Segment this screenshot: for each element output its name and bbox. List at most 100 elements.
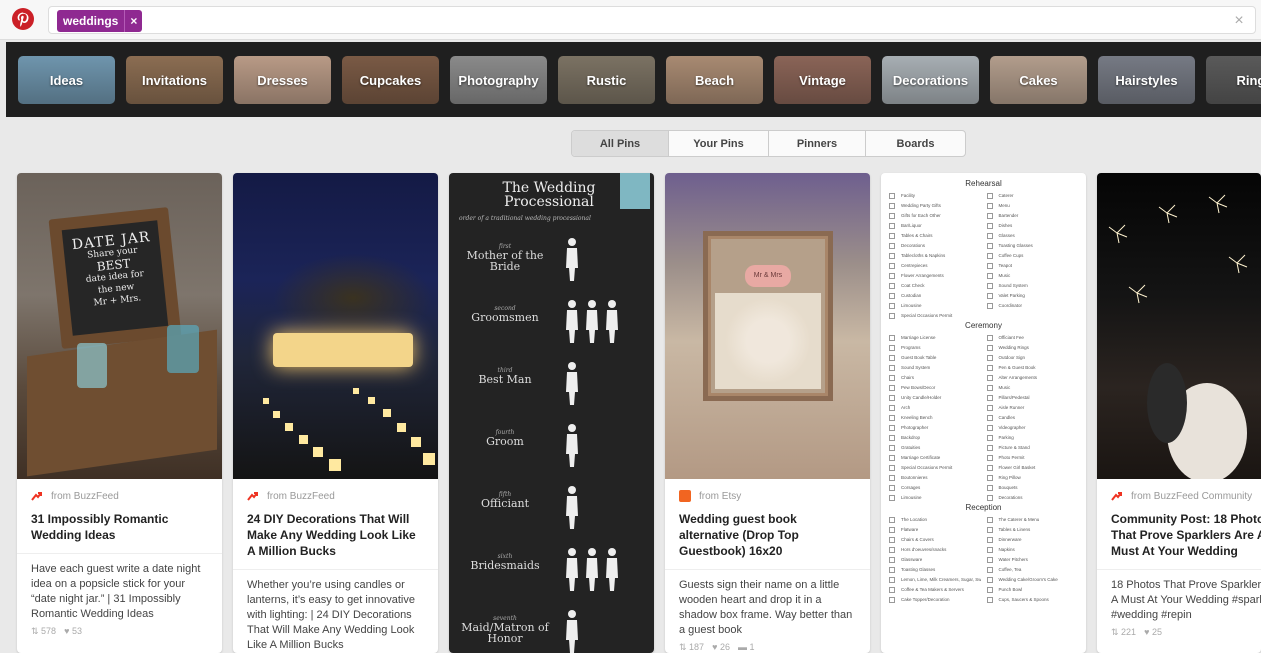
pin-source-label: from BuzzFeed Community xyxy=(1131,490,1253,502)
pin-stats: ⇅ 187 ♥ 26 ▬ 1 xyxy=(679,642,856,653)
like-count: 26 xyxy=(719,642,730,652)
pin-title[interactable]: Wedding guest book alternative (Drop Top… xyxy=(679,511,856,559)
checklist-section-title: Reception xyxy=(965,503,1002,512)
tab-your-pins[interactable]: Your Pins xyxy=(669,131,769,156)
checklist-item: Unity Candle/Holder xyxy=(889,394,981,401)
pinterest-logo-icon[interactable] xyxy=(12,8,34,30)
checklist-item: Punch Bowl xyxy=(987,586,1079,593)
person-silhouette-icon xyxy=(566,610,578,653)
etsy-icon xyxy=(679,490,691,502)
checklist-item: Special Occasions Permit xyxy=(889,464,981,471)
buzzfeed-trending-icon xyxy=(1111,492,1122,501)
person-silhouette-icon xyxy=(566,548,578,591)
like-icon: ♥ 53 xyxy=(64,626,82,636)
checklist-image[interactable]: Rehearsal Facility Caterer Wedding Party Gi… xyxy=(881,173,1086,607)
pin-description: Guests sign their name on a little woode… xyxy=(679,579,853,636)
checklist-item: Menu xyxy=(987,202,1079,209)
checklist-item: The Location xyxy=(889,516,981,523)
checklist-item: Lemon, Lime, Milk Creamers, Sugar, Sweet… xyxy=(889,576,981,583)
role-name: Mother of the Bride xyxy=(466,249,544,273)
pin-card[interactable]: from BuzzFeed Community Community Post: … xyxy=(1097,173,1261,653)
checklist-item: Wedding Rings xyxy=(987,344,1079,351)
pin-image[interactable]: The Wedding Processional order of a trad… xyxy=(449,173,654,653)
guide-dresses[interactable]: Dresses xyxy=(234,56,331,104)
checklist-item: Kneeling Bench xyxy=(889,414,981,421)
checklist-item: Toasting Glasses xyxy=(987,242,1079,249)
checklist-spacer xyxy=(987,312,1079,319)
pin-card[interactable]: The Wedding Processional order of a trad… xyxy=(449,173,654,653)
pin-source[interactable]: from BuzzFeed Community xyxy=(1111,489,1261,503)
guide-rings[interactable]: Rings xyxy=(1206,56,1261,104)
tab-all-pins[interactable]: All Pins xyxy=(572,131,669,156)
person-silhouette-icon xyxy=(566,362,578,405)
remove-tag-button[interactable]: × xyxy=(124,10,142,32)
checklist-item: Guest Book Table xyxy=(889,354,981,361)
checklist-item: Caterer xyxy=(987,192,1079,199)
tab-pinners[interactable]: Pinners xyxy=(769,131,866,156)
checklist-item: Cups, Saucers & Spoons xyxy=(987,596,1079,603)
clear-search-button[interactable]: × xyxy=(1231,11,1247,31)
checklist-item: Teapot xyxy=(987,262,1079,269)
checklist-item: Backdrop xyxy=(889,434,981,441)
guided-search-bar: Ideas Invitations Dresses Cupcakes Photograp… xyxy=(6,42,1261,117)
pin-title[interactable]: 24 DIY Decorations That Will Make Any We… xyxy=(247,511,424,559)
checklist-section-title: Rehearsal xyxy=(965,179,1002,188)
checklist-item: The Caterer & Menu xyxy=(987,516,1079,523)
pin-card[interactable]: Mr & Mrs from Etsy Wedding guest book al… xyxy=(665,173,870,653)
pin-image[interactable]: DATE JAR Share your BEST date idea for t… xyxy=(17,173,222,479)
guide-cakes[interactable]: Cakes xyxy=(990,56,1087,104)
checklist-item: Flower Girl Basket xyxy=(987,464,1079,471)
pin-source[interactable]: from Etsy xyxy=(679,489,856,503)
guide-invitations[interactable]: Invitations xyxy=(126,56,223,104)
processional-role: sixth Bridesmaids xyxy=(455,553,555,571)
checklist-item: Photographer xyxy=(889,424,981,431)
pin-title[interactable]: Community Post: 18 Photos That Prove Spa… xyxy=(1111,511,1261,559)
checklist-item: Music xyxy=(987,384,1079,391)
guide-rustic[interactable]: Rustic xyxy=(558,56,655,104)
checklist-grid: The Location The Caterer & Menu Flatware Ta… xyxy=(889,516,1078,603)
infographic-title: The Wedding Processional xyxy=(502,180,596,210)
processional-role: first Mother of the Bride xyxy=(455,243,555,272)
pin-image[interactable] xyxy=(233,173,438,479)
guide-photography[interactable]: Photography xyxy=(450,56,547,104)
guide-beach[interactable]: Beach xyxy=(666,56,763,104)
checklist-item: Special Occasions Permit xyxy=(889,312,981,319)
pin-card[interactable]: Rehearsal Facility Caterer Wedding Party Gi… xyxy=(881,173,1086,653)
checklist-item: Music xyxy=(987,272,1079,279)
checklist-item: Dinnerware xyxy=(987,536,1079,543)
checklist-item: Pen & Guest Book xyxy=(987,364,1079,371)
guide-cupcakes[interactable]: Cupcakes xyxy=(342,56,439,104)
checklist-item: Glassware xyxy=(889,556,981,563)
pin-source-label: from Etsy xyxy=(699,490,742,502)
checklist-item: Pew Bows/Decor xyxy=(889,384,981,391)
search-input[interactable]: weddings × × xyxy=(48,6,1256,34)
checklist-item: Parking xyxy=(987,434,1079,441)
person-silhouette-icon xyxy=(566,238,578,281)
infographic-subtitle: order of a traditional wedding processio… xyxy=(459,215,591,222)
pin-source[interactable]: from BuzzFeed xyxy=(247,489,424,503)
chalkboard-sign: DATE JAR Share your BEST date idea for t… xyxy=(61,220,169,336)
checklist-item: Water Pitchers xyxy=(987,556,1079,563)
pin-card[interactable]: from BuzzFeed 24 DIY Decorations That Wi… xyxy=(233,173,438,653)
checklist-item: Wedding Party Gifts xyxy=(889,202,981,209)
buzzfeed-trending-icon xyxy=(247,492,258,501)
sparklers xyxy=(1108,194,1248,479)
guide-decorations[interactable]: Decorations xyxy=(882,56,979,104)
top-search-bar: weddings × × xyxy=(0,0,1261,40)
guide-ideas[interactable]: Ideas xyxy=(18,56,115,104)
guide-hairstyles[interactable]: Hairstyles xyxy=(1098,56,1195,104)
repin-icon: ⇅ 187 xyxy=(679,642,705,652)
pin-image[interactable] xyxy=(1097,173,1261,479)
processional-role: fifth Officiant xyxy=(455,491,555,509)
checklist-item: Flower Arrangements xyxy=(889,272,981,279)
role-name: Groomsmen xyxy=(471,311,539,324)
checklist-item: Hors d'oeuvres/snacks xyxy=(889,546,981,553)
pin-source[interactable]: from BuzzFeed xyxy=(31,489,208,503)
tab-boards[interactable]: Boards xyxy=(866,131,965,156)
checklist-item: Valet Parking xyxy=(987,292,1079,299)
pin-title[interactable]: 31 Impossibly Romantic Wedding Ideas xyxy=(31,511,208,543)
pin-image[interactable]: Mr & Mrs xyxy=(665,173,870,479)
guide-vintage[interactable]: Vintage xyxy=(774,56,871,104)
checklist-item: Boutonnieres xyxy=(889,474,981,481)
pin-card[interactable]: DATE JAR Share your BEST date idea for t… xyxy=(17,173,222,653)
